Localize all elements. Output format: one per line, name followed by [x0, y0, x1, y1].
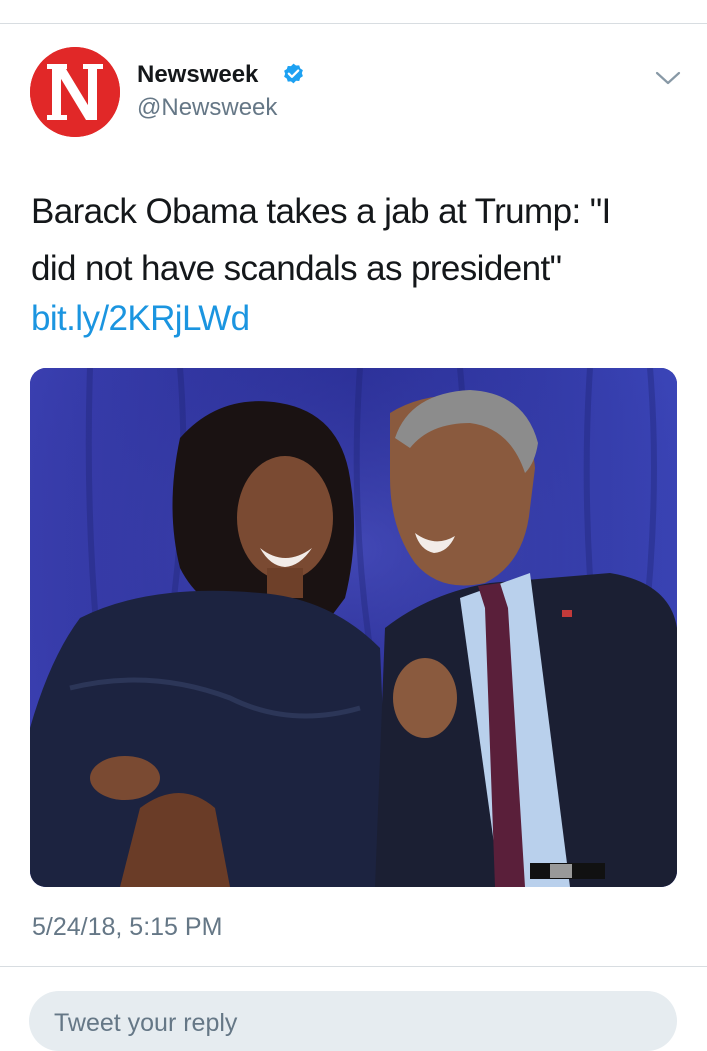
tweet-text-line: Barack Obama takes a jab at Trump: "I — [31, 192, 611, 231]
tweet-link[interactable]: bit.ly/2KRjLWd — [31, 294, 250, 344]
tweet-photo[interactable] — [30, 368, 677, 887]
photo-image — [30, 368, 677, 887]
account-name[interactable]: Newsweek — [137, 60, 258, 90]
newsweek-logo — [30, 47, 120, 137]
chevron-down-icon[interactable] — [654, 68, 682, 88]
tweet-text: Barack Obama takes a jab at Trump: "I di… — [31, 183, 681, 297]
account-avatar[interactable] — [30, 47, 120, 137]
top-divider — [0, 23, 707, 24]
reply-placeholder: Tweet your reply — [54, 1009, 238, 1037]
tweet-timestamp: 5/24/18, 5:15 PM — [32, 913, 223, 941]
reply-input[interactable]: Tweet your reply — [29, 991, 677, 1051]
bottom-divider — [0, 966, 707, 967]
account-handle[interactable]: @Newsweek — [137, 93, 277, 123]
tweet-text-line: did not have scandals as president" — [31, 249, 562, 288]
verified-badge-icon — [281, 62, 306, 87]
